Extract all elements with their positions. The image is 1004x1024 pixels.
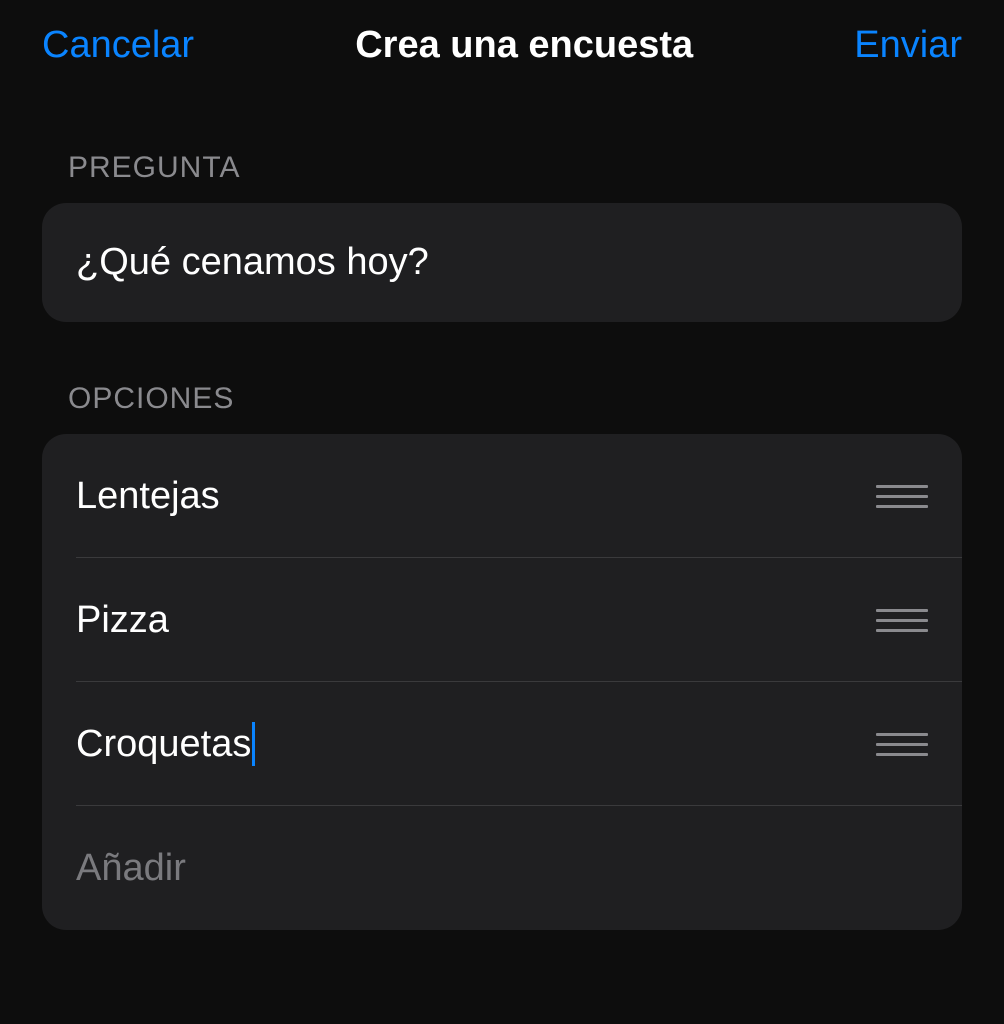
question-card — [42, 203, 962, 322]
options-card: Lentejas Pizza Croquetas — [42, 434, 962, 930]
option-row: Croquetas — [42, 682, 962, 806]
drag-handle-icon[interactable] — [876, 601, 928, 640]
question-input[interactable] — [42, 203, 962, 322]
option-input[interactable]: Lentejas — [76, 475, 876, 518]
options-section-label: OPCIONES — [68, 382, 962, 416]
option-input[interactable]: Croquetas — [76, 722, 876, 766]
drag-handle-icon[interactable] — [876, 477, 928, 516]
option-row: Pizza — [42, 558, 962, 682]
cancel-button[interactable]: Cancelar — [42, 24, 194, 67]
option-value: Pizza — [76, 599, 169, 642]
send-button[interactable]: Enviar — [854, 24, 962, 67]
option-value: Croquetas — [76, 723, 251, 766]
modal-header: Cancelar Crea una encuesta Enviar — [0, 0, 1004, 91]
content-area: PREGUNTA OPCIONES Lentejas Pizza — [0, 151, 1004, 930]
option-value: Lentejas — [76, 475, 220, 518]
question-section-label: PREGUNTA — [68, 151, 962, 185]
add-option-input[interactable] — [76, 847, 928, 890]
drag-handle-icon[interactable] — [876, 725, 928, 764]
add-option-row[interactable] — [42, 806, 962, 930]
option-row: Lentejas — [42, 434, 962, 558]
modal-title: Crea una encuesta — [355, 24, 693, 67]
text-cursor — [252, 722, 255, 766]
option-input[interactable]: Pizza — [76, 599, 876, 642]
